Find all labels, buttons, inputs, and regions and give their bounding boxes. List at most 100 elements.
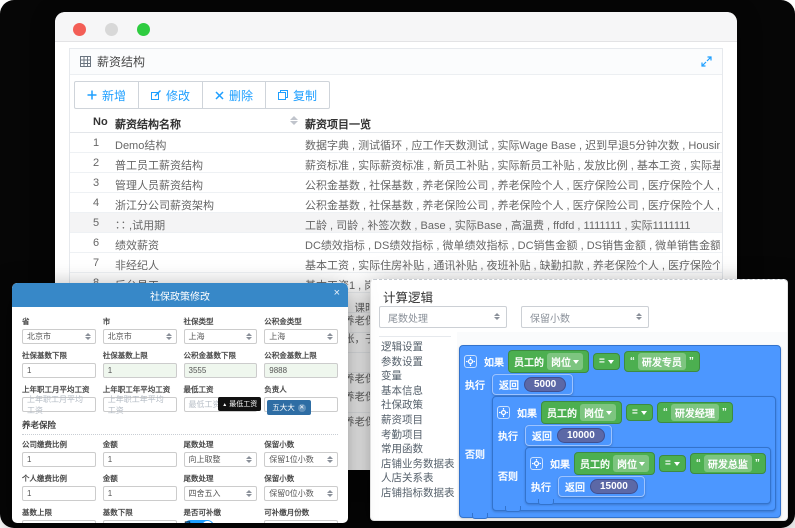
table-row[interactable]: 1Demo结构数据字典 , 测试循环 , 应工作天数测试 , 实际Wage Ba… — [70, 133, 722, 153]
text-input[interactable]: 1 — [22, 520, 96, 523]
employee-field-block[interactable]: 员工的岗位 — [508, 350, 589, 373]
window-titlebar — [55, 12, 737, 42]
field-select[interactable]: 向上取整 — [184, 452, 258, 467]
occluded-row-fragment: 养老保 — [344, 414, 371, 429]
return-block[interactable]: 返回5000 — [492, 374, 573, 395]
field-select[interactable]: 上海 — [184, 329, 258, 344]
field-select[interactable]: 上海 — [264, 329, 338, 344]
keep-decimals-select[interactable]: 保留小数 — [521, 306, 649, 328]
field-社保基数下限: 社保基数下限1 — [22, 347, 96, 378]
gear-icon[interactable] — [464, 355, 477, 368]
number-block[interactable]: 15000 — [590, 479, 638, 494]
if-block[interactable]: 如果员工的岗位=“研发经理”执行返回10000否则如果员工的岗位=“研发总监”执… — [492, 396, 776, 511]
row-name: 非经纪人 — [115, 257, 159, 273]
text-input[interactable]: 1 — [103, 363, 177, 378]
return-block[interactable]: 返回10000 — [525, 425, 612, 446]
field-dropdown[interactable]: 岗位 — [613, 455, 649, 472]
text-input[interactable]: 1 — [264, 520, 338, 523]
text-input[interactable]: 1 — [22, 486, 96, 501]
string-value[interactable]: 研发总监 — [704, 455, 752, 472]
number-block[interactable]: 5000 — [524, 377, 566, 392]
do-row: 执行返回15000 — [530, 476, 766, 497]
return-block[interactable]: 返回 15000 — [558, 476, 645, 497]
logic-menu-item[interactable]: 薪资项目 — [381, 413, 459, 428]
close-icon[interactable]: × — [334, 287, 340, 299]
toolbar-button-label: 复制 — [293, 87, 317, 104]
text-input[interactable]: 1 — [103, 520, 177, 523]
close-traffic-light[interactable] — [73, 23, 86, 36]
field-select[interactable]: 保留0位小数 — [264, 486, 338, 501]
text-input[interactable]: 1 — [103, 452, 177, 467]
row-no: 2 — [93, 157, 99, 169]
toggle-switch[interactable]: 是 — [184, 520, 214, 523]
row-name: ∷ ,试用期 — [115, 217, 165, 233]
field-select[interactable]: 保留1位小数 — [264, 452, 338, 467]
string-block[interactable]: “研发专员” — [624, 351, 700, 372]
table-row[interactable]: 7非经纪人基本工资 , 实际住房补贴 , 通讯补贴 , 夜班补贴 , 缺勤扣款 … — [70, 253, 722, 273]
operator-block[interactable]: = — [659, 455, 686, 472]
logic-menu-item[interactable]: 店铺业务数据表 — [381, 457, 459, 472]
minimize-traffic-light[interactable] — [105, 23, 118, 36]
table-row[interactable]: 2普工员工薪资结构薪资标准 , 实际薪资标准 , 新员工补贴 , 实际新员工补贴… — [70, 153, 722, 173]
toolbar-button-delete[interactable]: 删除 — [202, 81, 266, 109]
table-row[interactable]: 3管理人员薪资结构公积金基数 , 社保基数 , 养老保险公司 , 养老保险个人 … — [70, 173, 722, 193]
toolbar-button-add[interactable]: 新增 — [74, 81, 139, 109]
logic-menu-item[interactable]: 常用函数 — [381, 442, 459, 457]
text-input[interactable]: 上年职工月平均工资 — [22, 397, 96, 412]
column-header-no: No — [93, 116, 108, 128]
operator-block[interactable]: = — [626, 404, 653, 421]
table-row[interactable]: 6绩效薪资DC绩效指标 , DS绩效指标 , 微单绩效指标 , DC销售金额 ,… — [70, 233, 722, 253]
employee-field-block[interactable]: 员工的岗位 — [574, 452, 655, 475]
field-label: 是否可补缴 — [184, 507, 258, 518]
if-block[interactable]: 如果员工的岗位=“研发专员”执行返回5000否则如果员工的岗位=“研发经理”执行… — [459, 345, 781, 518]
zoom-traffic-light[interactable] — [137, 23, 150, 36]
logic-menu-item[interactable]: 变量 — [381, 369, 459, 384]
logic-menu-item[interactable]: 人店关系表 — [381, 471, 459, 486]
toolbar-button-label: 修改 — [166, 87, 190, 104]
tag-input[interactable]: 五大大✕ — [264, 397, 338, 412]
employee-field-block[interactable]: 员工的岗位 — [541, 401, 622, 424]
text-input[interactable]: 1 — [22, 363, 96, 378]
number-block[interactable]: 10000 — [557, 428, 605, 443]
return-label: 返回 — [565, 479, 585, 494]
field-个人缴费比例: 个人缴费比例1 — [22, 470, 96, 501]
field-市: 市北京市 — [103, 313, 177, 344]
string-block[interactable]: “研发总监” — [690, 453, 766, 474]
table-row[interactable]: 4浙江分公司薪资架构公积金基数 , 社保基数 , 养老保险公司 , 养老保险个人… — [70, 193, 722, 213]
logic-menu-item[interactable]: 考勤项目 — [381, 428, 459, 443]
field-select[interactable]: 北京市 — [22, 329, 96, 344]
sort-icon[interactable] — [290, 116, 298, 125]
field-tooltip: 最低工资 — [218, 397, 261, 411]
logic-menu-item[interactable]: 参数设置 — [381, 355, 459, 370]
logic-menu-item[interactable]: 社保政策 — [381, 398, 459, 413]
field-select[interactable]: 四舍五入 — [184, 486, 258, 501]
field-dropdown[interactable]: 岗位 — [580, 404, 616, 421]
field-select[interactable]: 北京市 — [103, 329, 177, 344]
text-input[interactable]: 1 — [103, 486, 177, 501]
toolbar-button-copy[interactable]: 复制 — [265, 81, 330, 109]
expand-icon[interactable] — [701, 56, 712, 67]
operator-block[interactable]: = — [593, 353, 620, 370]
tail-processing-select[interactable]: 尾数处理 — [379, 306, 507, 328]
string-value[interactable]: 研发专员 — [638, 353, 686, 370]
logic-menu-item[interactable]: 店铺指标数据表 — [381, 486, 459, 501]
text-input[interactable]: 9888 — [264, 363, 338, 378]
string-block[interactable]: “研发经理” — [657, 402, 733, 423]
blockly-canvas[interactable]: 如果员工的岗位=“研发专员”执行返回5000否则如果员工的岗位=“研发经理”执行… — [457, 332, 787, 520]
text-input[interactable]: 3555 — [184, 363, 258, 378]
field-dropdown[interactable]: 岗位 — [547, 353, 583, 370]
tag-remove-icon[interactable]: ✕ — [298, 404, 306, 412]
logic-menu-item[interactable]: 逻辑设置 — [381, 340, 459, 355]
if-block[interactable]: 如果员工的岗位=“研发总监”执行返回15000 — [525, 447, 771, 504]
text-input[interactable]: 上年职工年平均工资 — [103, 397, 177, 412]
string-value[interactable]: 研发经理 — [671, 404, 719, 421]
table-row[interactable]: 5∷ ,试用期工龄 , 司龄 , 补签次数 , Base , 实际Base , … — [70, 213, 722, 233]
toolbar-button-modify[interactable]: 修改 — [138, 81, 203, 109]
row-items: 工龄 , 司龄 , 补签次数 , Base , 实际Base , 高温费 , f… — [305, 217, 720, 233]
gear-icon[interactable] — [530, 457, 543, 470]
select-arrows-icon — [494, 313, 500, 320]
text-input[interactable]: 1 — [22, 452, 96, 467]
select-arrows-icon — [327, 333, 333, 340]
logic-menu-item[interactable]: 基本信息 — [381, 384, 459, 399]
gear-icon[interactable] — [497, 406, 510, 419]
